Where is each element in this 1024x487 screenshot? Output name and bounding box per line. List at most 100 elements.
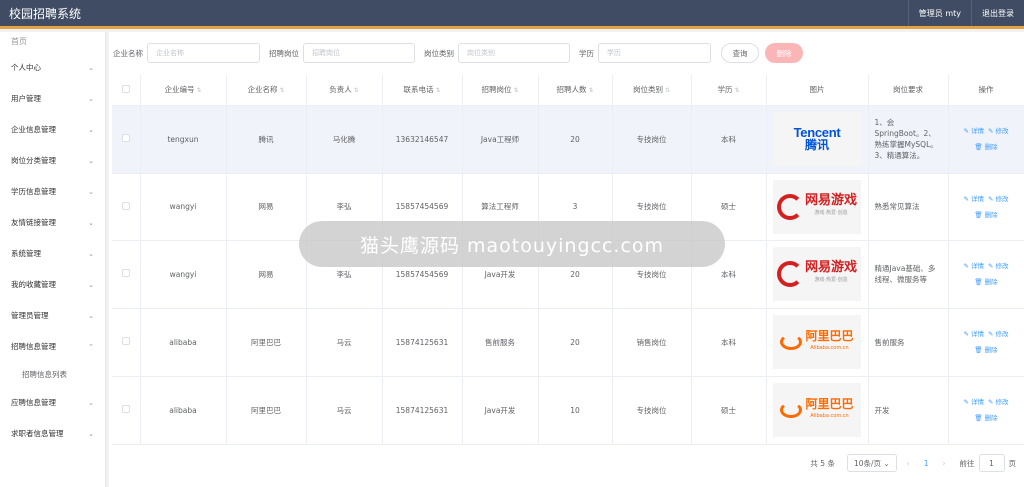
row-checkbox[interactable] — [121, 201, 130, 210]
sidebar-item[interactable]: 学历信息管理 ⌄ — [0, 176, 105, 207]
next-page-icon[interactable]: › — [943, 459, 946, 468]
row-checkbox[interactable] — [121, 405, 130, 413]
table-row[interactable]: alibaba 阿里巴巴 马云 15874125631 售前服务 20 销售岗位… — [112, 308, 1024, 377]
page-number-current[interactable]: 1 — [924, 459, 929, 468]
row-delete-button[interactable]: 🗑 删除 — [974, 278, 997, 286]
sidebar-item-label: 岗位分类管理 — [11, 156, 56, 165]
edit-button[interactable]: ✎ 修改 — [988, 195, 1009, 203]
sort-icon[interactable]: ⇅ — [734, 87, 739, 94]
cell-category: 专技岗位 — [612, 376, 692, 445]
sidebar-item[interactable]: 友情链接管理 ⌄ — [0, 207, 105, 238]
sidebar-item[interactable]: 求职者信息管理 ⌄ — [0, 418, 105, 449]
logout-button[interactable]: 退出登录 — [971, 0, 1024, 26]
goto-label: 前往 — [959, 458, 975, 468]
row-delete-button[interactable]: 🗑 删除 — [974, 211, 997, 219]
sidebar-item[interactable]: 招聘信息管理 ⌃ — [0, 331, 105, 362]
edit-button[interactable]: ✎ 修改 — [988, 127, 1009, 135]
row-delete-button[interactable]: 🗑 删除 — [974, 414, 997, 422]
sidebar-item[interactable]: 我的收藏管理 ⌄ — [0, 269, 105, 300]
sort-icon[interactable]: ⇅ — [279, 87, 284, 94]
row-checkbox[interactable] — [121, 134, 130, 142]
cell-image: 阿里巴巴 Alibaba.com.cn — [766, 376, 869, 445]
sidebar-item[interactable]: 应聘信息管理 ⌄ — [0, 387, 105, 418]
sidebar-item-label: 管理员管理 — [11, 311, 49, 320]
sort-icon[interactable]: ⇅ — [588, 87, 593, 94]
company-logo: 网易游戏 游戏·热爱·创造 — [773, 247, 861, 301]
column-header: 操作 — [948, 75, 1024, 106]
sidebar-item[interactable]: 用户管理 ⌄ — [0, 83, 105, 114]
column-header[interactable]: 联系电话 ⇅ — [382, 75, 463, 106]
cell-image: 网易游戏 游戏·热爱·创造 — [766, 240, 869, 309]
row-select-cell[interactable] — [112, 376, 141, 445]
sidebar: 首页 个人中心 ⌄ 用户管理 ⌄ 企业信息管理 ⌄ 岗位分类管理 ⌄ 学历信息管理 ⌄ 友情链接管理… — [0, 32, 106, 487]
column-header[interactable]: 招聘岗位 ⇅ — [462, 75, 539, 106]
cell-requirement: 熟悉常见算法 — [868, 173, 949, 241]
column-header[interactable]: 负责人 ⇅ — [306, 75, 383, 106]
table-row[interactable]: alibaba 阿里巴巴 马云 15874125631 Java开发 10 专技… — [112, 376, 1024, 445]
page-size-select[interactable]: 10条/页 ⌄ — [846, 454, 897, 472]
sidebar-item[interactable]: 企业信息管理 ⌄ — [0, 114, 105, 145]
sort-icon[interactable]: ⇅ — [665, 87, 670, 94]
sidebar-item[interactable]: 岗位分类管理 ⌄ — [0, 145, 105, 176]
row-delete-button[interactable]: 🗑 删除 — [974, 143, 997, 151]
sidebar-item-label: 招聘信息管理 — [11, 342, 56, 351]
column-header[interactable]: 岗位类别 ⇅ — [612, 75, 692, 106]
row-select-cell[interactable] — [112, 240, 141, 309]
edu-filter-input[interactable]: 学历 — [598, 43, 711, 63]
admin-user[interactable]: 管理员 mty — [907, 0, 971, 26]
detail-button[interactable]: ✎ 详情 — [963, 262, 984, 270]
prev-page-icon[interactable]: ‹ — [907, 459, 910, 468]
sidebar-item[interactable]: 系统管理 ⌄ — [0, 238, 105, 269]
row-select-cell[interactable] — [112, 308, 141, 377]
detail-button[interactable]: ✎ 详情 — [963, 127, 984, 135]
cell-requirement: 精通Java基础、多线程、微服务等 — [868, 240, 949, 309]
row-select-cell[interactable] — [112, 173, 141, 241]
sort-icon[interactable]: ⇅ — [196, 87, 201, 94]
sidebar-item-label: 我的收藏管理 — [11, 280, 56, 289]
cell-owner: 马化腾 — [306, 105, 383, 174]
company-filter-input[interactable]: 企业名称 — [147, 43, 260, 63]
cell-company-code: tengxun — [140, 105, 227, 174]
sidebar-item[interactable]: 个人中心 ⌄ — [0, 52, 105, 83]
sidebar-item[interactable]: 管理员管理 ⌄ — [0, 300, 105, 331]
sidebar-home[interactable]: 首页 — [0, 32, 105, 52]
column-header[interactable]: 学历 ⇅ — [691, 75, 767, 106]
company-logo: 阿里巴巴 Alibaba.com.cn — [773, 315, 861, 369]
row-delete-button[interactable]: 🗑 删除 — [974, 346, 997, 354]
edit-button[interactable]: ✎ 修改 — [988, 262, 1009, 270]
edu-filter-label: 学历 — [579, 48, 594, 58]
goto-page-input[interactable]: 1 — [978, 454, 1005, 472]
column-header[interactable]: 招聘人数 ⇅ — [538, 75, 613, 106]
sort-icon[interactable]: ⇅ — [354, 87, 359, 94]
column-header[interactable]: 企业编号 ⇅ — [140, 75, 227, 106]
sidebar-subitem-recruit-list[interactable]: 招聘信息列表 — [0, 362, 105, 387]
column-header-label: 招聘岗位 — [481, 85, 512, 95]
delete-button[interactable]: 删除 — [765, 43, 803, 63]
select-all-header[interactable] — [112, 75, 141, 106]
sidebar-item-label: 友情链接管理 — [11, 218, 56, 227]
row-checkbox[interactable] — [121, 269, 130, 277]
column-header-label: 企业名称 — [247, 85, 278, 95]
chevron-icon: ⌄ — [88, 156, 94, 165]
category-filter-input[interactable]: 岗位类别 — [458, 43, 570, 63]
search-button[interactable]: 查询 — [721, 43, 759, 63]
column-header[interactable]: 岗位要求 — [868, 75, 949, 106]
cell-company-code: wangyi — [140, 240, 227, 309]
sort-icon[interactable]: ⇅ — [435, 87, 440, 94]
detail-button[interactable]: ✎ 详情 — [963, 195, 984, 203]
position-filter-label: 招聘岗位 — [269, 48, 299, 58]
column-header[interactable]: 企业名称 ⇅ — [226, 75, 307, 106]
cell-count: 10 — [538, 376, 613, 445]
edit-button[interactable]: ✎ 修改 — [988, 398, 1009, 406]
sidebar-item-label: 系统管理 — [11, 249, 41, 258]
detail-button[interactable]: ✎ 详情 — [963, 330, 984, 338]
select-all-checkbox[interactable] — [121, 84, 130, 93]
detail-button[interactable]: ✎ 详情 — [963, 398, 984, 406]
table-row[interactable]: tengxun 腾讯 马化腾 13632146547 Java工程师 20 专技… — [112, 105, 1024, 174]
row-checkbox[interactable] — [121, 337, 130, 345]
position-filter-input[interactable]: 招聘岗位 — [303, 43, 415, 63]
sort-icon[interactable]: ⇅ — [513, 87, 518, 94]
row-select-cell[interactable] — [112, 105, 141, 174]
company-logo: 阿里巴巴 Alibaba.com.cn — [773, 383, 861, 437]
edit-button[interactable]: ✎ 修改 — [988, 330, 1009, 338]
